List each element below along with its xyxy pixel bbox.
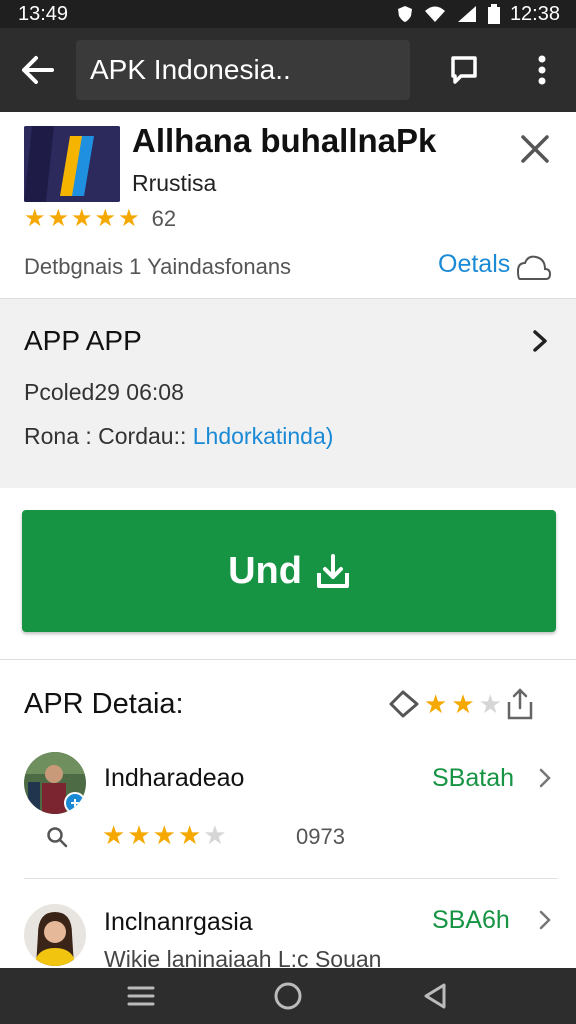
rating-count: 62 bbox=[151, 206, 177, 231]
share-icon[interactable] bbox=[506, 688, 534, 720]
details-actions: ★ ★ ★ bbox=[388, 686, 534, 722]
info-row: Rona : Cordau:: Lhdorkatinda) bbox=[24, 423, 333, 450]
star-icon: ★ bbox=[47, 205, 70, 232]
star-icon: ★ bbox=[102, 820, 126, 850]
chevron-right-icon bbox=[539, 910, 551, 930]
search-icon[interactable] bbox=[46, 826, 68, 848]
avatar bbox=[24, 752, 86, 814]
section-divider bbox=[0, 659, 576, 660]
status-bar: 13:49 12:38 bbox=[0, 0, 576, 28]
review-action[interactable]: SBatah bbox=[432, 764, 514, 793]
app-title: Allhana buhallnaPk bbox=[132, 122, 437, 159]
star-icon: ★ bbox=[451, 689, 475, 719]
navigation-bar bbox=[0, 968, 576, 1024]
info-section[interactable]: APP APP Pcoled29 06:08 Rona : Cordau:: L… bbox=[0, 298, 576, 488]
star-icon: ★ bbox=[127, 820, 151, 850]
wifi-icon bbox=[424, 6, 445, 22]
app-logo-graphic bbox=[24, 126, 120, 202]
review-count: 0973 bbox=[296, 824, 345, 849]
chevron-right-icon bbox=[539, 768, 551, 788]
review-expand[interactable] bbox=[534, 764, 556, 792]
triangle-back-icon bbox=[424, 983, 446, 1009]
more-vert-icon bbox=[538, 55, 546, 85]
info-updated: Pcoled29 06:08 bbox=[24, 379, 184, 405]
cloud-icon bbox=[516, 255, 552, 280]
star-icon: ★ bbox=[152, 820, 176, 850]
app-rating: ★ ★ ★ ★ ★ 62 bbox=[24, 204, 176, 234]
avatar-photo bbox=[24, 904, 86, 966]
tag-icon[interactable] bbox=[388, 689, 420, 719]
star-icon: ★ bbox=[177, 820, 202, 850]
download-icon bbox=[316, 554, 349, 588]
menu-icon bbox=[127, 986, 155, 1006]
star-outline-icon: ★ bbox=[478, 689, 502, 719]
chat-bubble-icon bbox=[451, 56, 477, 84]
search-query: APK Indonesia.. bbox=[90, 54, 291, 85]
review-expand[interactable] bbox=[534, 906, 556, 934]
star-outline-icon: ★ bbox=[203, 820, 227, 850]
details-title: APR Detaia: bbox=[24, 688, 184, 720]
review-rating: ★ ★ ★ ★ ★ bbox=[102, 822, 227, 848]
signal-icon bbox=[457, 6, 476, 22]
search-field[interactable]: APK Indonesia.. bbox=[76, 40, 410, 100]
review-name: Indharadeao bbox=[104, 764, 245, 792]
status-icons: 12:38 bbox=[396, 3, 560, 25]
list-item[interactable]: Indharadeao SBatah ★ ★ ★ ★ ★ 0973 bbox=[0, 748, 576, 878]
app-developer[interactable]: Rrustisa bbox=[132, 170, 216, 197]
close-icon bbox=[521, 135, 549, 163]
info-row-link[interactable]: Lhdorkatinda) bbox=[193, 423, 334, 449]
back-nav-button[interactable] bbox=[413, 976, 457, 1016]
app-logo[interactable] bbox=[24, 126, 120, 202]
status-time-secondary: 12:38 bbox=[509, 2, 560, 25]
recent-apps-button[interactable] bbox=[119, 976, 163, 1016]
star-icon: ★ bbox=[71, 205, 93, 232]
star-icon: ★ bbox=[424, 689, 448, 719]
app-meta: Detbgnais 1 Yaindasfonans bbox=[24, 254, 292, 279]
shield-icon bbox=[397, 6, 412, 22]
close-button[interactable] bbox=[512, 126, 558, 172]
list-item[interactable]: Inclnanrgasia SBA6h Wikie laninaiaah L:c… bbox=[0, 898, 576, 972]
status-time: 13:49 bbox=[18, 3, 69, 25]
info-row-label: Rona : Cordau:: bbox=[24, 423, 187, 449]
chevron-right-icon bbox=[533, 330, 547, 352]
avatar-photo bbox=[24, 752, 86, 814]
review-name: Inclnanrgasia bbox=[104, 908, 253, 936]
chat-button[interactable] bbox=[440, 46, 488, 94]
arrow-back-icon bbox=[22, 56, 54, 84]
star-icon: ★ bbox=[24, 205, 46, 232]
download-button-label: Und bbox=[228, 549, 302, 592]
screen: 13:49 12:38 APK Indonesia.. Allhana buha… bbox=[0, 0, 576, 1024]
star-icon: ★ bbox=[118, 205, 140, 232]
home-circle-icon bbox=[274, 982, 302, 1010]
home-button[interactable] bbox=[266, 976, 310, 1016]
info-expand[interactable] bbox=[524, 325, 556, 357]
details-link[interactable]: Oetals bbox=[438, 250, 510, 279]
more-options-button[interactable] bbox=[518, 46, 566, 94]
app-header: Allhana buhallnaPk Rrustisa ★ ★ ★ ★ ★ 62… bbox=[0, 112, 576, 298]
battery-icon bbox=[487, 4, 500, 24]
list-divider bbox=[24, 878, 558, 879]
avatar bbox=[24, 904, 86, 966]
app-bar: APK Indonesia.. bbox=[0, 28, 576, 112]
back-button[interactable] bbox=[14, 46, 62, 94]
review-action[interactable]: SBA6h bbox=[432, 906, 510, 935]
star-icon: ★ bbox=[94, 205, 117, 232]
download-button[interactable]: Und bbox=[22, 510, 556, 632]
info-title: APP APP bbox=[24, 325, 142, 356]
